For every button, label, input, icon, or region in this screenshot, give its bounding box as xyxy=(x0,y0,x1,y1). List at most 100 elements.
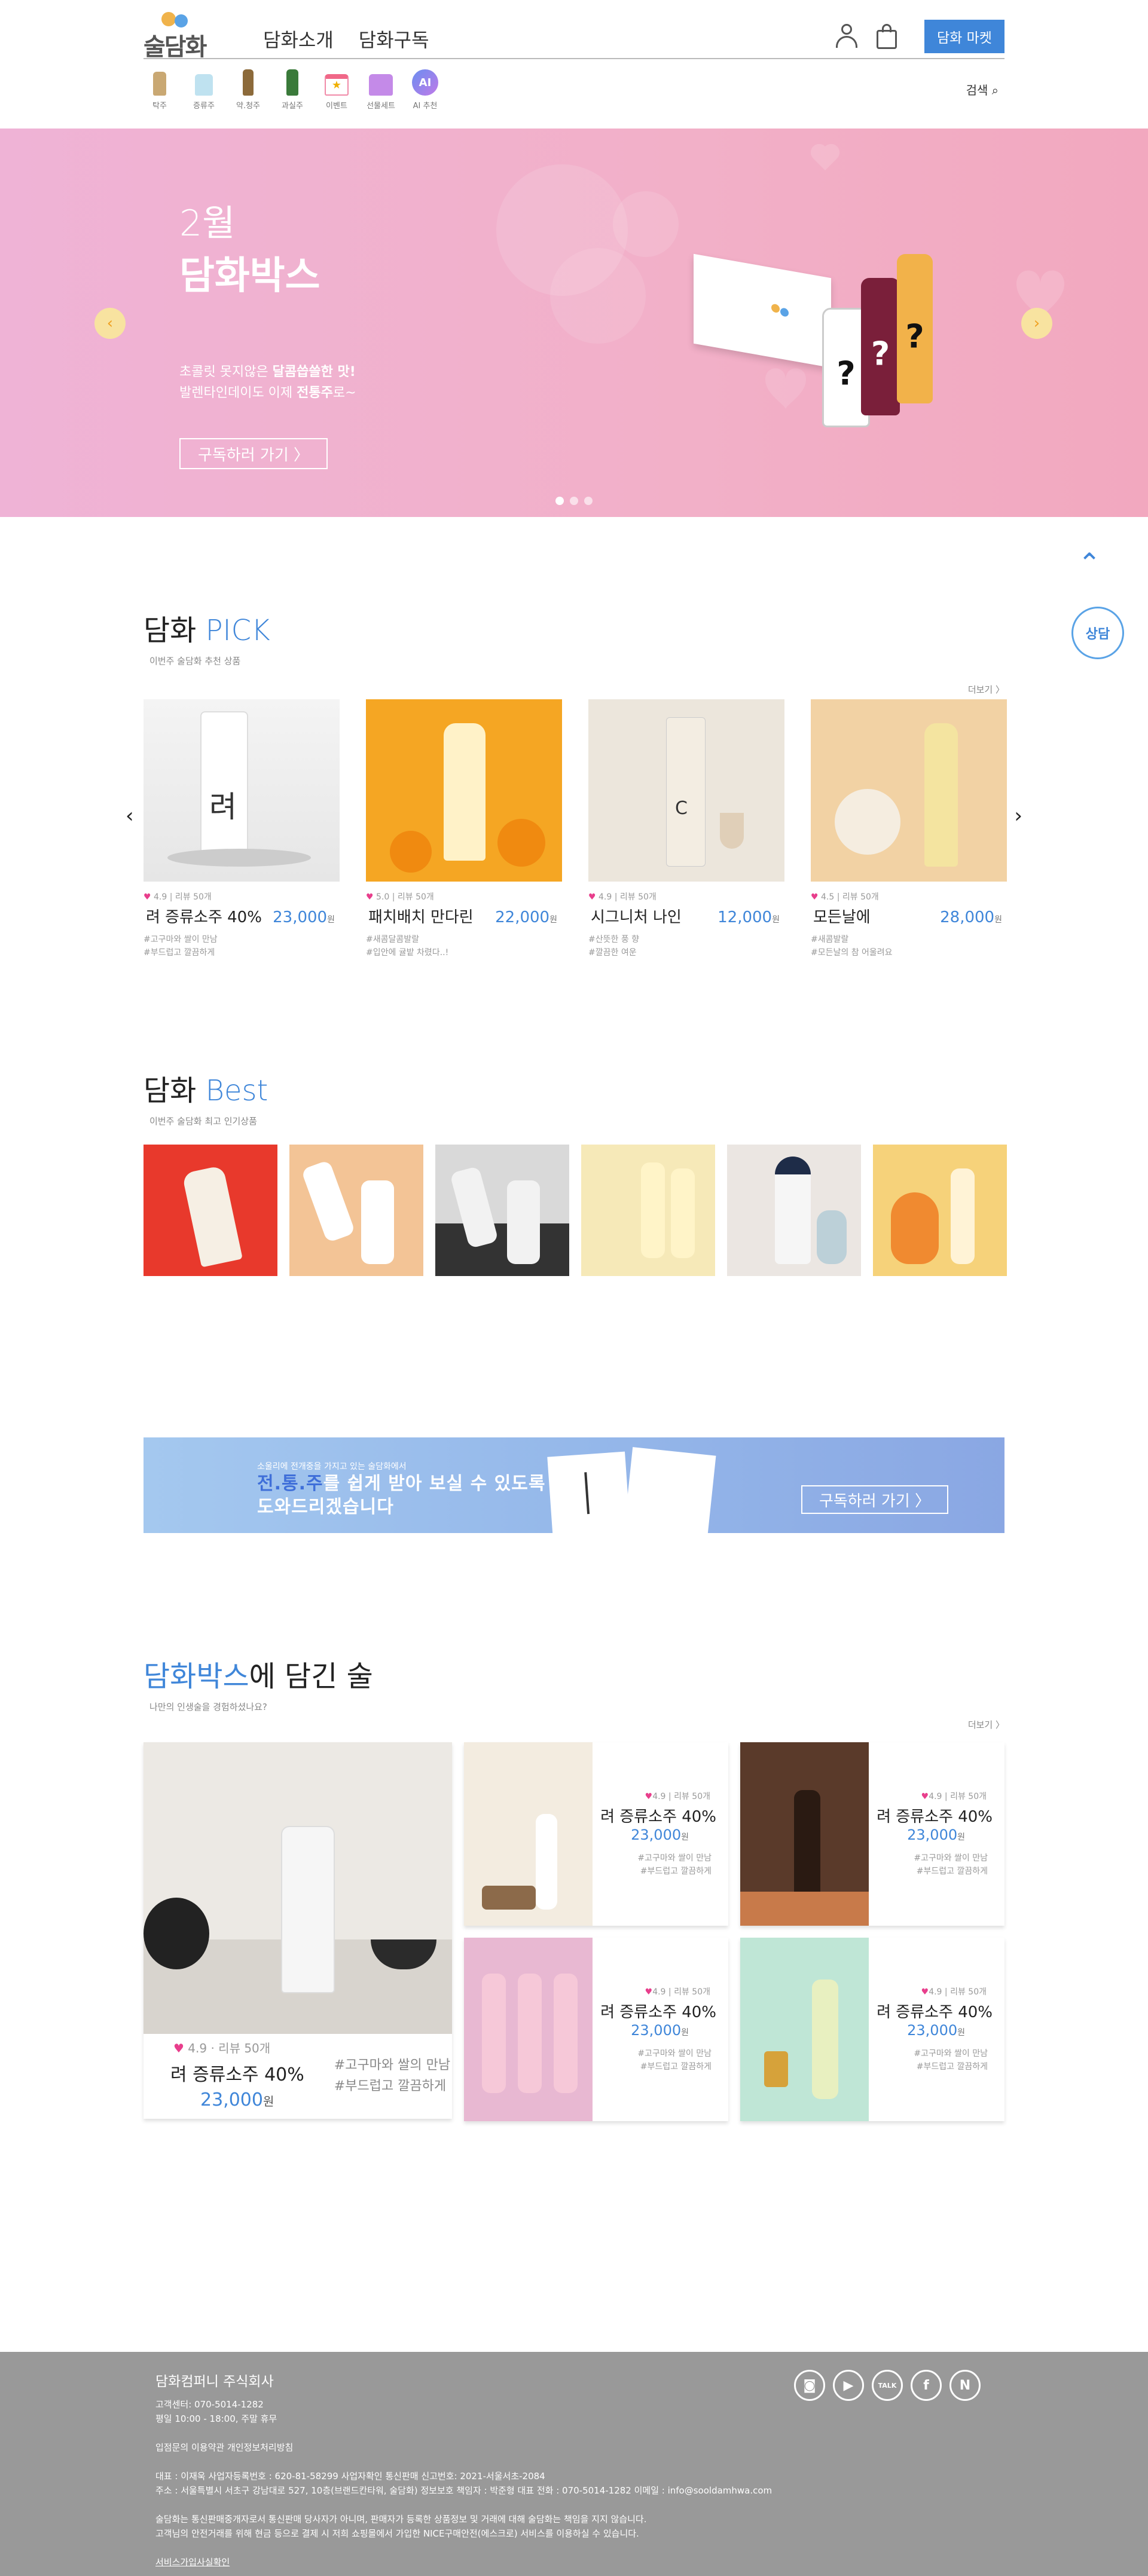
hero-description: 초콜릿 못지않은 달콤씁쓸한 맛! 발렌타인데이도 이제 전통주로~ xyxy=(179,365,356,401)
hero-next-arrow[interactable]: › xyxy=(1021,308,1052,339)
consult-button[interactable]: 상담 xyxy=(1071,607,1124,659)
best-title: 담화 Best xyxy=(144,1074,268,1108)
nav-about[interactable]: 담화소개 xyxy=(263,25,334,53)
category-bar: 탁주 증류주 약.청주 과실주 ★ 이벤트 선물세트 AI AI 추천 xyxy=(144,65,441,111)
market-button[interactable]: 담화 마켓 xyxy=(924,20,1004,53)
pick-subtitle: 이번주 술담화 추천 상품 xyxy=(149,656,241,666)
dambox-product-card[interactable]: ♥4.9 | 리뷰 50개 려 증류소주 40% 23,000원 #고구마와 쌀이 만… xyxy=(464,1742,728,1926)
category-gift-set[interactable]: 선물세트 xyxy=(365,65,397,111)
heart-icon: ♥ xyxy=(811,892,819,902)
best-product-image[interactable] xyxy=(873,1145,1007,1276)
category-fruit-wine[interactable]: 과실주 xyxy=(276,65,309,111)
best-product-image[interactable] xyxy=(144,1145,277,1276)
search-icon: ⌕ xyxy=(988,83,999,97)
heart-icon: ♥ xyxy=(588,892,596,902)
best-section: 담화 Best 이번주 술담화 최고 인기상품 xyxy=(144,1067,1007,1390)
hero-month: 2월 xyxy=(179,203,236,244)
best-product-list xyxy=(144,1145,1007,1276)
product-image xyxy=(811,699,1007,882)
logo[interactable]: 술담화 xyxy=(144,12,215,61)
youtube-icon[interactable]: ▶ xyxy=(833,2370,864,2401)
hero-pagination xyxy=(555,497,593,505)
facebook-icon[interactable]: f xyxy=(911,2370,942,2401)
bottle-gold: ? xyxy=(897,254,933,403)
product-card[interactable]: ♥ 5.0 | 리뷰 50개 패치배치 만다린 22,000원 #새콤달콤발랄 #입… xyxy=(366,699,562,960)
dambox-product-card[interactable]: ♥4.9 | 리뷰 50개 려 증류소주 40% 23,000원 #고구마와 쌀이 만… xyxy=(740,1742,1004,1926)
naver-icon[interactable]: N xyxy=(949,2370,981,2401)
category-cheongju[interactable]: 약.청주 xyxy=(232,65,264,111)
product-image xyxy=(740,1938,869,2121)
sns-links: ◙ ▶ TALK f N xyxy=(794,2370,981,2401)
product-image xyxy=(464,1938,593,2121)
best-product-image[interactable] xyxy=(435,1145,569,1276)
kakaotalk-icon[interactable]: TALK xyxy=(872,2370,903,2401)
category-event[interactable]: ★ 이벤트 xyxy=(320,65,353,111)
cheongju-icon xyxy=(234,65,262,97)
escrow-link[interactable]: 서비스가입사실확인 xyxy=(155,2555,1004,2569)
user-icon[interactable] xyxy=(836,24,857,49)
featured-product-card[interactable]: ♥ 4.9 · 리뷰 50개 려 증류소주 40% 23,000원 #고구마와 … xyxy=(144,1742,452,2119)
dambox-subtitle: 나만의 인생술을 경험하셨나요? xyxy=(149,1702,267,1712)
heart-icon: ♥ xyxy=(173,2041,184,2055)
scroll-top-button[interactable]: ⌃ xyxy=(1071,547,1107,583)
category-takju[interactable]: 탁주 xyxy=(144,65,176,111)
product-card[interactable]: 려 ♥ 4.9 | 리뷰 50개 려 증류소주 40% 23,000원 #고구마와… xyxy=(144,699,340,960)
product-image xyxy=(366,699,562,882)
site-footer: 담화컴퍼니 주식회사 고객센터: 070-5014-1282 평일 10:00 … xyxy=(0,2352,1148,2576)
hero-dot-1[interactable] xyxy=(555,497,564,505)
top-nav: 담화소개 담화구독 xyxy=(263,25,429,53)
category-soju[interactable]: 증류주 xyxy=(188,65,220,111)
bottle-dark: ? xyxy=(861,278,900,415)
product-image xyxy=(740,1742,869,1926)
dambox-product-card[interactable]: ♥4.9 | 리뷰 50개 려 증류소주 40% 23,000원 #고구마와 쌀이 만… xyxy=(740,1938,1004,2121)
nav-subscribe[interactable]: 담화구독 xyxy=(359,25,429,53)
best-subtitle: 이번주 술담화 최고 인기상품 xyxy=(149,1116,257,1127)
heart-icon: ♥ xyxy=(921,1792,929,1801)
pick-prev-arrow[interactable]: ‹ xyxy=(126,804,134,828)
subscribe-banner[interactable]: 소울리에 전개중을 가지고 있는 술담화에서 전.통.주를 쉽게 받아 보실 수… xyxy=(144,1437,1004,1533)
hero-dot-2[interactable] xyxy=(570,497,578,505)
wine-icon xyxy=(278,65,307,97)
side-floating: ⌃ 상담 xyxy=(1071,547,1124,659)
product-card[interactable]: C ♥ 4.9 | 리뷰 50개 시그니처 나인 12,000원 #산뜻한 풍 향… xyxy=(588,699,784,960)
heart-icon: ♥ xyxy=(645,1987,653,1997)
site-header: 술담화 담화소개 담화구독 담화 마켓 탁주 증류주 약.청주 과실주 ★ 이벤트… xyxy=(0,0,1148,129)
product-card[interactable]: ♥ 4.5 | 리뷰 50개 모든날에 28,000원 #새콤발랄 #모든날의 참 … xyxy=(811,699,1007,960)
banner-paper-illustration xyxy=(544,1447,723,1533)
banner-subscribe-button[interactable]: 구독하러 가기 〉 xyxy=(801,1485,948,1514)
pick-more-link[interactable]: 더보기 〉 xyxy=(968,683,1004,696)
hero-title: 담화박스 xyxy=(179,254,320,298)
hero-subscribe-button[interactable]: 구독하러 가기 〉 xyxy=(179,438,328,469)
search-button[interactable]: 검색 ⌕ xyxy=(966,81,999,98)
banner-headline: 전.통.주를 쉽게 받아 보실 수 있도록 도와드리겠습니다 xyxy=(257,1473,546,1518)
banner-small-text: 소울리에 전개중을 가지고 있는 술담화에서 xyxy=(257,1462,407,1471)
product-image: 려 xyxy=(144,699,340,882)
dambox-more-link[interactable]: 더보기 〉 xyxy=(968,1718,1004,1731)
heart-icon: ♥ xyxy=(921,1987,929,1997)
featured-product-image xyxy=(144,1742,452,2034)
heart-icon: ♥ xyxy=(366,892,374,902)
pick-product-list: 려 ♥ 4.9 | 리뷰 50개 려 증류소주 40% 23,000원 #고구마와… xyxy=(144,699,1007,960)
hero-prev-arrow[interactable]: ‹ xyxy=(94,308,126,339)
hero-dot-3[interactable] xyxy=(584,497,593,505)
pick-title: 담화 PICK xyxy=(144,614,270,647)
calendar-icon: ★ xyxy=(322,65,351,97)
pick-section: 담화 PICK 이번주 술담화 추천 상품 더보기 〉 ‹ › 려 ♥ 4.9 … xyxy=(126,607,1022,1067)
header-divider xyxy=(144,58,1004,59)
instagram-icon[interactable]: ◙ xyxy=(794,2370,825,2401)
best-product-image[interactable] xyxy=(289,1145,423,1276)
best-product-image[interactable] xyxy=(581,1145,715,1276)
shopping-bag-icon[interactable] xyxy=(877,24,897,49)
soju-icon xyxy=(190,65,218,97)
category-ai-recommend[interactable]: AI AI 추천 xyxy=(409,65,441,111)
footer-links[interactable]: 입점문의 이용약관 개인정보처리방침 xyxy=(155,2440,1004,2455)
dambox-title: 담화박스에 담긴 술 xyxy=(144,1660,373,1693)
gift-icon xyxy=(367,65,395,97)
makgeolli-icon xyxy=(145,65,174,97)
heart-icon: ♥ xyxy=(645,1792,653,1801)
best-product-image[interactable] xyxy=(727,1145,861,1276)
dambox-product-card[interactable]: ♥4.9 | 리뷰 50개 려 증류소주 40% 23,000원 #고구마와 쌀이 만… xyxy=(464,1938,728,2121)
heart-icon: ♥ xyxy=(144,892,151,902)
pick-next-arrow[interactable]: › xyxy=(1014,804,1022,828)
product-image: C xyxy=(588,699,784,882)
